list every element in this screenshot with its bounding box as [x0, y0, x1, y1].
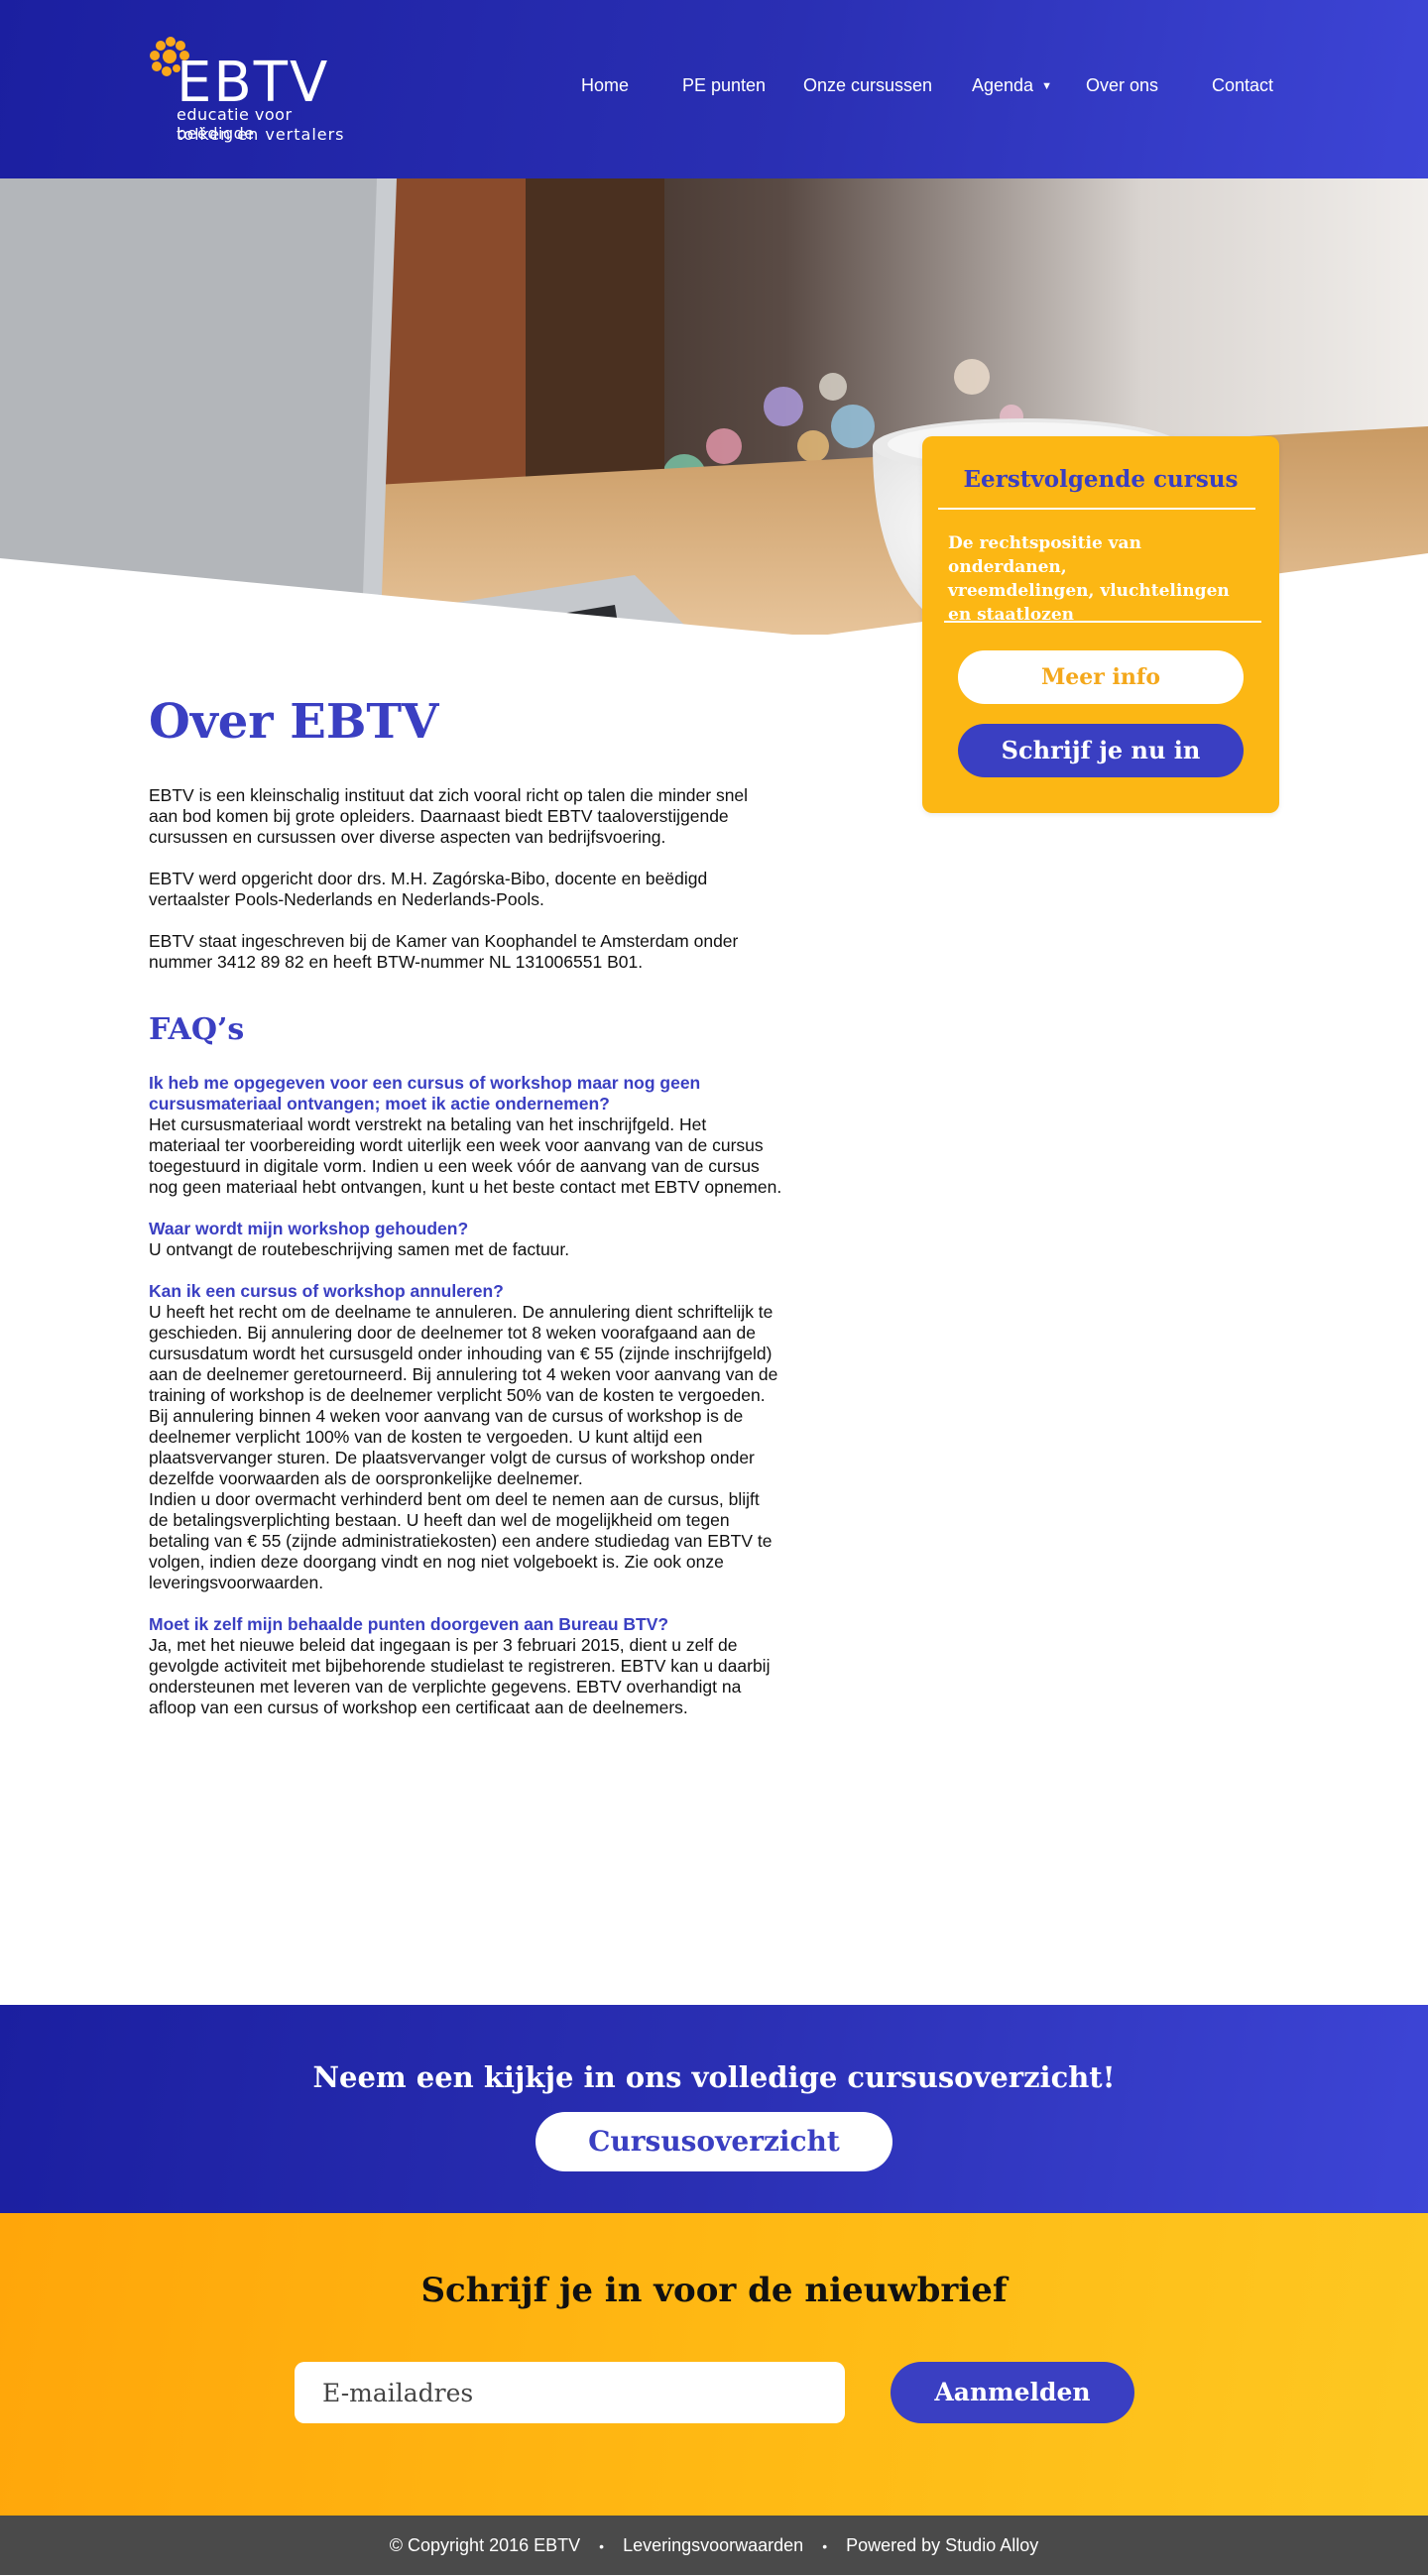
nav-pe-punten[interactable]: PE punten [682, 75, 766, 96]
nav-agenda[interactable]: Agenda ▼ [972, 75, 1052, 96]
newsletter-title: Schrijf je in voor de nieuwbrief [420, 2271, 1008, 2310]
text-line: volgen, indien deze doorgang vindt en no… [149, 1552, 724, 1572]
course-name-line: De rechtspositie van onderdanen, [948, 533, 1141, 577]
text-line: geschieden. Bij annulering door de deeln… [149, 1323, 756, 1343]
site-header: EBTV educatie voor beëdigde tolken en ve… [0, 0, 1428, 178]
next-course-card: Eerstvolgende cursus De rechtspositie va… [922, 436, 1279, 813]
text-line: aan bod komen bij grote opleiders. Daarn… [149, 806, 729, 826]
course-overview-button[interactable]: Cursusoverzicht [536, 2112, 892, 2171]
course-name-line: en staatlozen [948, 605, 1075, 625]
about-paragraph: EBTV werd opgericht door drs. M.H. Zagór… [149, 869, 803, 910]
text-line: leveringsvoorwaarden. [149, 1573, 324, 1592]
faq-answer: Ja, met het nieuwe beleid dat ingegaan i… [149, 1635, 803, 1718]
powered-by-link[interactable]: Powered by Studio Alloy [846, 2516, 1038, 2575]
faq-question: Kan ik een cursus of workshop annuleren? [149, 1281, 803, 1302]
text-line: dezelfde voorwaarden als de oorspronkeli… [149, 1468, 583, 1488]
faq-question: Waar wordt mijn workshop gehouden? [149, 1219, 803, 1239]
terms-link[interactable]: Leveringsvoorwaarden [623, 2516, 803, 2575]
faq-answer: U heeft het recht om de deelname te annu… [149, 1302, 803, 1593]
newsletter-section: Schrijf je in voor de nieuwbrief Aanmeld… [0, 2213, 1428, 2516]
next-course-name[interactable]: De rechtspositie van onderdanen, vreemde… [948, 531, 1246, 627]
text-line: Het cursusmateriaal wordt verstrekt na b… [149, 1114, 707, 1134]
cta-title: Neem een kijkje in ons volledige cursuso… [312, 2060, 1116, 2094]
text-line: ondersteunen met leveren van de verplich… [149, 1677, 742, 1697]
bullet-separator: • [822, 2538, 828, 2554]
faq-item: Waar wordt mijn workshop gehouden? U ont… [149, 1219, 803, 1260]
text-line: vertaalster Pools-Nederlands en Nederlan… [149, 889, 544, 909]
nav-onze-cursussen[interactable]: Onze cursussen [803, 75, 932, 96]
email-input[interactable] [295, 2362, 845, 2423]
text-line: Ja, met het nieuwe beleid dat ingegaan i… [149, 1635, 738, 1655]
course-name-line: vreemdelingen, vluchtelingen [948, 581, 1230, 601]
main-nav: Home PE punten Onze cursussen Agenda ▼ Ov… [0, 75, 1428, 105]
subscribe-button[interactable]: Aanmelden [891, 2362, 1134, 2423]
text-line: EBTV werd opgericht door drs. M.H. Zagór… [149, 869, 708, 888]
bullet-separator: • [599, 2538, 605, 2554]
text-line: Ik heb me opgegeven voor een cursus of w… [149, 1073, 701, 1093]
copyright-text: © Copyright 2016 EBTV [389, 2535, 581, 2555]
text-line: aan de deelnemer geretourneerd. Bij annu… [149, 1364, 778, 1384]
nav-over-ons[interactable]: Over ons [1086, 75, 1158, 96]
text-line: nog geen materiaal hebt ontvangen, kunt … [149, 1177, 782, 1197]
faq-item: Moet ik zelf mijn behaalde punten doorge… [149, 1614, 803, 1718]
about-article: Over EBTV EBTV is een kleinschalig insti… [149, 694, 803, 1739]
faq-question: Ik heb me opgegeven voor een cursus of w… [149, 1073, 803, 1114]
text-line: de betalingsverplichting bestaan. U heef… [149, 1510, 730, 1530]
page-title: Over EBTV [149, 694, 439, 750]
text-line: toegestuurd in digitale vorm. Indien u e… [149, 1156, 760, 1176]
next-course-title: Eerstvolgende cursus [963, 466, 1239, 493]
text-line: betaling van € 55 (zijnde administratiek… [149, 1531, 773, 1551]
faq-answer: U ontvangt de routebeschrijving samen me… [149, 1239, 803, 1260]
text-line: Bij annulering binnen 4 weken voor aanva… [149, 1406, 744, 1426]
divider [944, 621, 1261, 623]
text-line: U heeft het recht om de deelname te annu… [149, 1302, 774, 1322]
faq-question: Moet ik zelf mijn behaalde punten doorge… [149, 1614, 803, 1635]
text-line: Indien u door overmacht verhinderd bent … [149, 1489, 760, 1509]
nav-home[interactable]: Home [581, 75, 629, 96]
about-paragraph: EBTV is een kleinschalig instituut dat z… [149, 785, 803, 848]
divider [938, 508, 1255, 510]
enroll-button[interactable]: Schrijf je nu in [958, 724, 1244, 777]
text-line: EBTV staat ingeschreven bij de Kamer van… [149, 931, 739, 951]
text-line: cursusmateriaal ontvangen; moet ik actie… [149, 1094, 610, 1113]
text-line: U ontvangt de routebeschrijving samen me… [149, 1239, 570, 1259]
nav-contact[interactable]: Contact [1212, 75, 1273, 96]
about-paragraph: EBTV staat ingeschreven bij de Kamer van… [149, 931, 803, 973]
course-overview-cta: Neem een kijkje in ons volledige cursuso… [0, 2005, 1428, 2213]
text-line: plaatsvervanger sturen. De plaatsvervang… [149, 1448, 755, 1467]
text-line: Moet ik zelf mijn behaalde punten doorge… [149, 1614, 669, 1634]
faq-answer: Het cursusmateriaal wordt verstrekt na b… [149, 1114, 803, 1198]
text-line: afloop van een cursus of workshop een ce… [149, 1698, 688, 1717]
text-line: cursusdatum wordt het cursusgeld onder i… [149, 1344, 773, 1363]
text-line: Waar wordt mijn workshop gehouden? [149, 1219, 469, 1238]
logo-tagline-line-2: tolken en vertalers [177, 125, 345, 144]
text-line: nummer 3412 89 82 en heeft BTW-nummer NL… [149, 952, 644, 972]
nav-agenda-label: Agenda [972, 75, 1034, 95]
text-line: Kan ik een cursus of workshop annuleren? [149, 1281, 504, 1301]
text-line: materiaal ter voorbereiding wordt uiterl… [149, 1135, 764, 1155]
more-info-button[interactable]: Meer info [958, 650, 1244, 704]
site-footer: © Copyright 2016 EBTV • Leveringsvoorwaa… [0, 2516, 1428, 2575]
faq-heading: FAQ’s [149, 1012, 245, 1047]
faq-item: Kan ik een cursus of workshop annuleren?… [149, 1281, 803, 1593]
main-content: Eerstvolgende cursus De rechtspositie va… [0, 436, 1428, 2005]
text-line: training of workshop is de deelnemer ver… [149, 1385, 766, 1405]
text-line: cursussen en cursussen over diverse aspe… [149, 827, 666, 847]
text-line: EBTV is een kleinschalig instituut dat z… [149, 785, 749, 805]
text-line: gevolgde activiteit met bijbehorende stu… [149, 1656, 771, 1676]
text-line: deelnemer verplicht 100% van de kosten t… [149, 1427, 703, 1447]
faq-item: Ik heb me opgegeven voor een cursus of w… [149, 1073, 803, 1198]
chevron-down-icon: ▼ [1041, 80, 1052, 93]
